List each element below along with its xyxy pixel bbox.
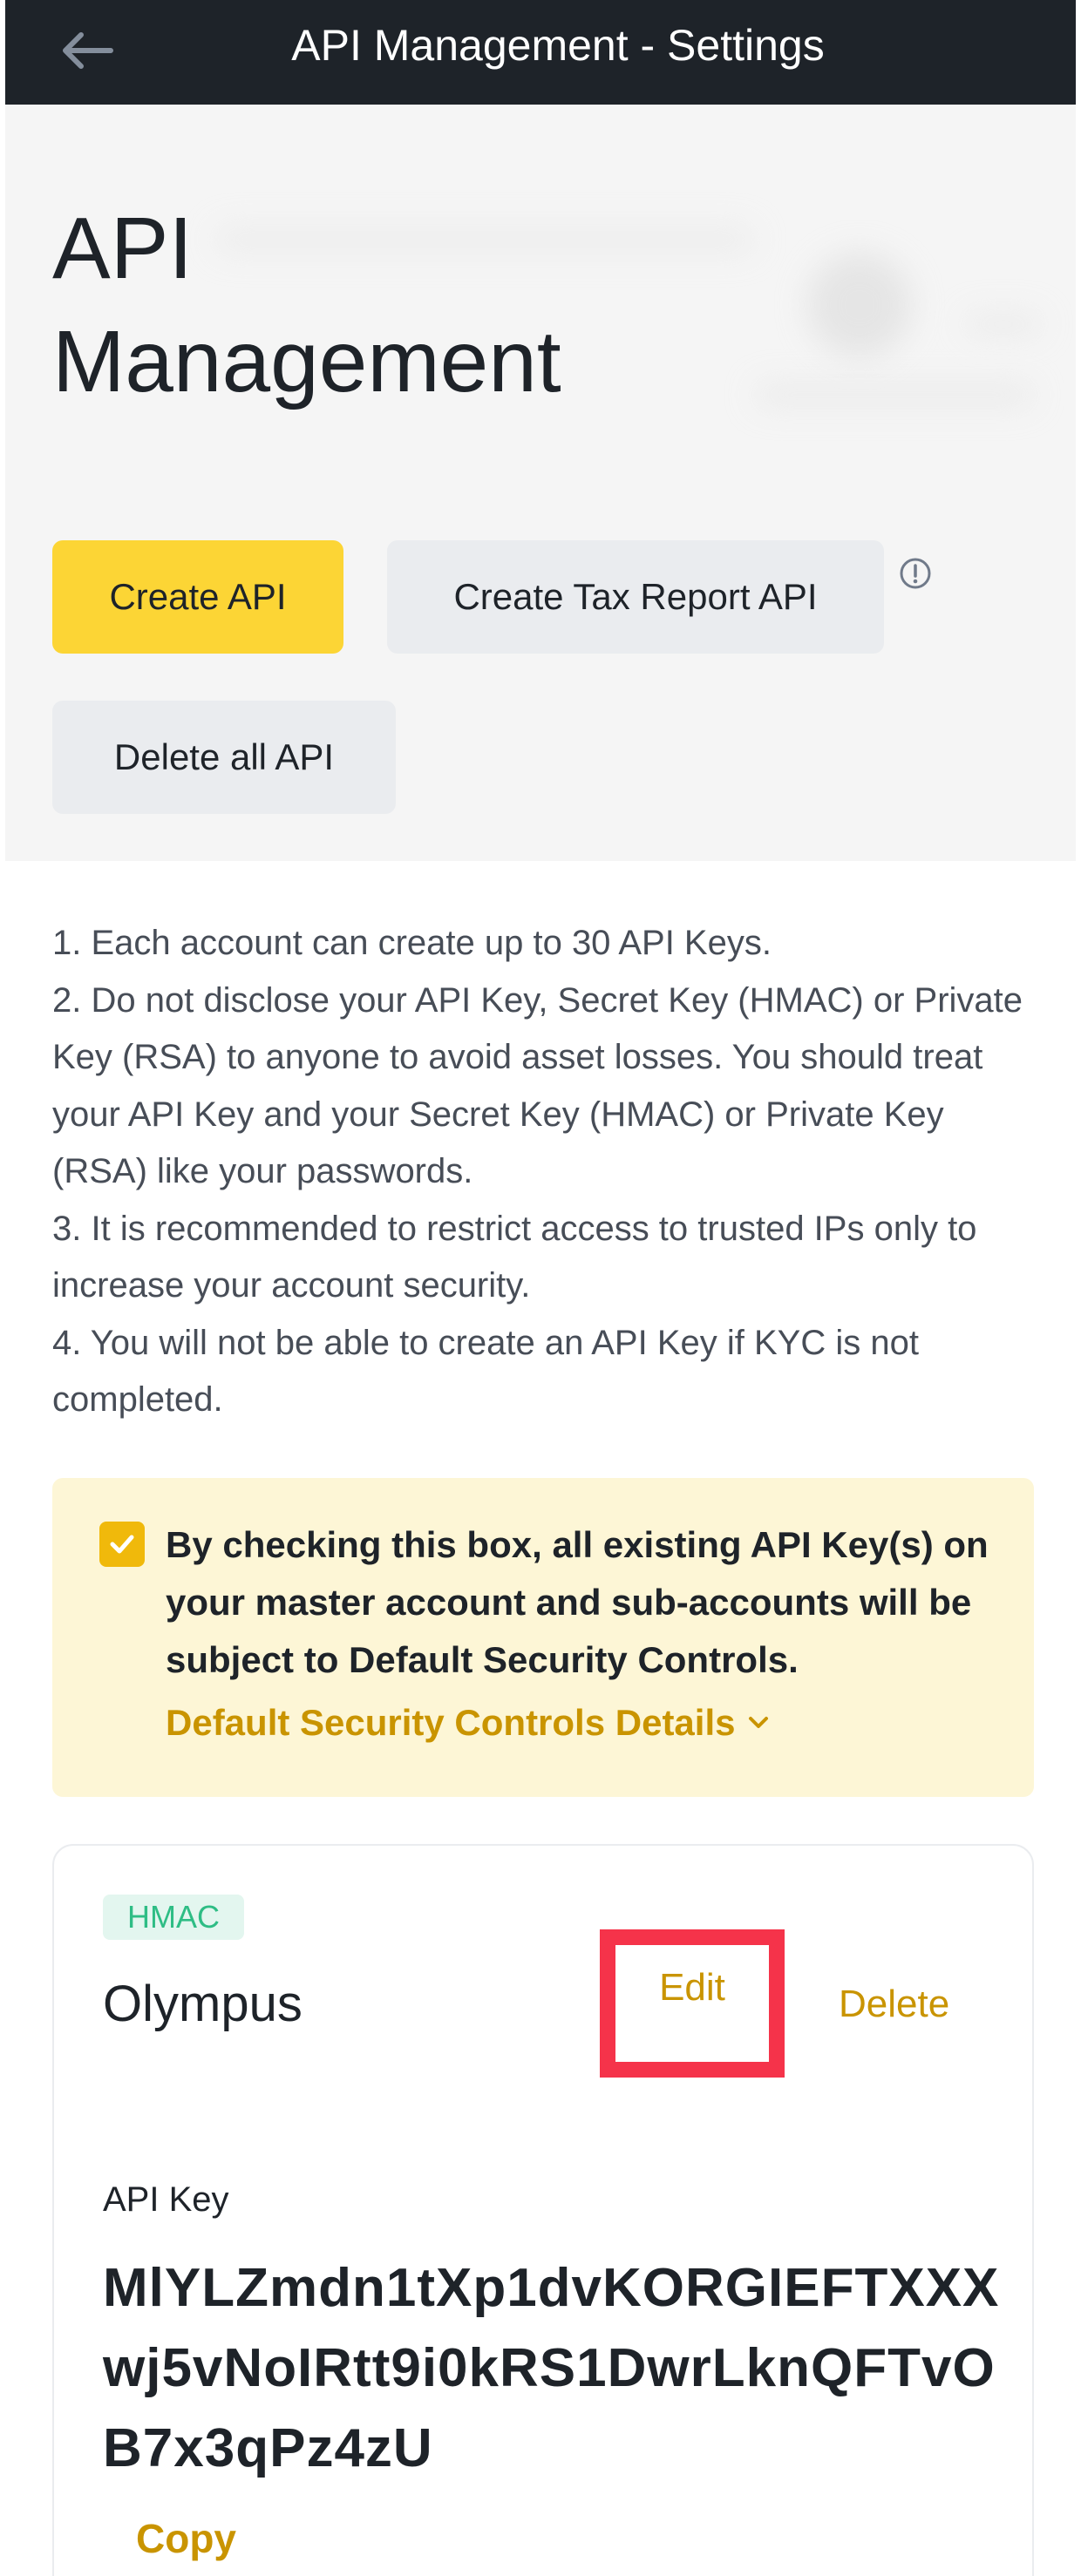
create-tax-report-api-button[interactable]: Create Tax Report API: [387, 540, 884, 654]
note-item: 2. Do not disclose your API Key, Secret …: [52, 980, 1023, 1191]
copy-button[interactable]: Copy: [136, 2508, 236, 2569]
key-type-badge: HMAC: [103, 1895, 244, 1940]
api-key-label: API Key: [103, 2180, 229, 2219]
api-key-value: MlYLZmdn1tXp1dvKORGIEFTXXXwj5vNoIRtt9i0k…: [103, 2258, 1000, 2478]
edit-button[interactable]: Edit: [600, 1929, 785, 2078]
background-decoration: [807, 253, 912, 357]
top-bar: API Management - Settings: [5, 0, 1076, 105]
app-frame: API Management - Settings API Management…: [5, 0, 1076, 2576]
chevron-down-icon: [749, 1717, 769, 1728]
info-circle-icon[interactable]: [898, 556, 933, 591]
hero-section: API Management Create API Create Tax Rep…: [5, 105, 1076, 861]
page-title: API Management: [52, 200, 561, 410]
background-decoration: [964, 314, 1043, 335]
note-item: 4. You will not be able to create an API…: [52, 1323, 919, 1420]
page-header-title: API Management - Settings: [291, 21, 825, 70]
delete-button[interactable]: Delete: [839, 1969, 949, 2039]
create-api-button[interactable]: Create API: [52, 540, 343, 654]
note-item: 3. It is recommended to restrict access …: [52, 1209, 977, 1305]
security-controls-notice: By checking this box, all existing API K…: [52, 1478, 1034, 1797]
security-controls-details-link[interactable]: Default Security Controls Details: [166, 1694, 770, 1752]
background-decoration: [755, 383, 1034, 406]
checkmark-icon: [110, 1535, 134, 1554]
details-link-label: Default Security Controls Details: [166, 1702, 736, 1743]
note-item: 1. Each account can create up to 30 API …: [52, 924, 772, 962]
security-controls-text: By checking this box, all existing API K…: [166, 1524, 989, 1680]
delete-all-api-button[interactable]: Delete all API: [52, 701, 396, 814]
api-key-name: Olympus: [103, 1976, 303, 2032]
api-key-card: HMAC Olympus Edit Delete API Key MlYLZmd…: [52, 1844, 1034, 2576]
security-controls-checkbox[interactable]: [99, 1522, 145, 1567]
api-notes: 1. Each account can create up to 30 API …: [52, 915, 1037, 1429]
